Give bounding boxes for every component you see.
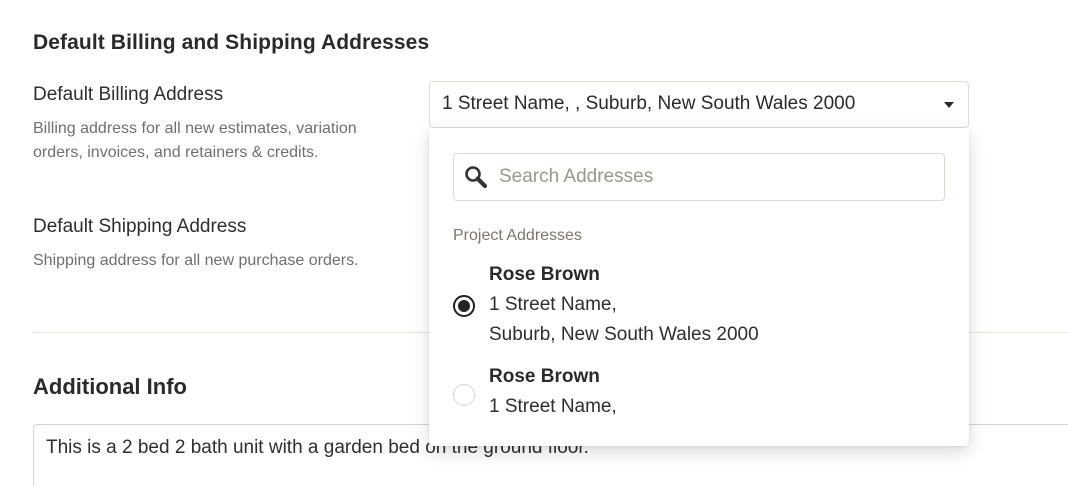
page: Default Billing and Shipping Addresses D… [0,0,1068,486]
billing-address-select[interactable]: 1 Street Name, , Suburb, New South Wales… [429,81,969,128]
address-option-line1: 1 Street Name, [489,396,617,417]
address-option-name: Rose Brown [489,366,600,387]
additional-info-title: Additional Info [33,374,187,399]
billing-address-help: Billing address for all new estimates, v… [33,120,357,161]
section-title: Default Billing and Shipping Addresses [33,31,430,54]
search-icon [463,164,489,190]
caret-down-icon [944,102,954,108]
billing-address-selected-value: 1 Street Name, , Suburb, New South Wales… [442,93,856,114]
radio-selected[interactable] [453,295,475,317]
address-search-input[interactable] [499,154,929,200]
address-option-line2: Suburb, New South Wales 2000 [489,324,759,345]
project-addresses-group-label: Project Addresses [453,227,582,244]
address-option-line1: 1 Street Name, [489,294,617,315]
shipping-address-label: Default Shipping Address [33,216,247,237]
address-dropdown-menu: Project Addresses Rose Brown 1 Street Na… [429,128,969,446]
address-option[interactable]: Rose Brown 1 Street Name, Suburb, New So… [429,262,969,354]
radio-unselected[interactable] [453,384,475,406]
shipping-address-help: Shipping address for all new purchase or… [33,252,359,269]
billing-address-label: Default Billing Address [33,84,224,105]
address-option[interactable]: Rose Brown 1 Street Name, [429,364,969,434]
address-option-name: Rose Brown [489,264,600,285]
address-search-box[interactable] [453,153,945,201]
